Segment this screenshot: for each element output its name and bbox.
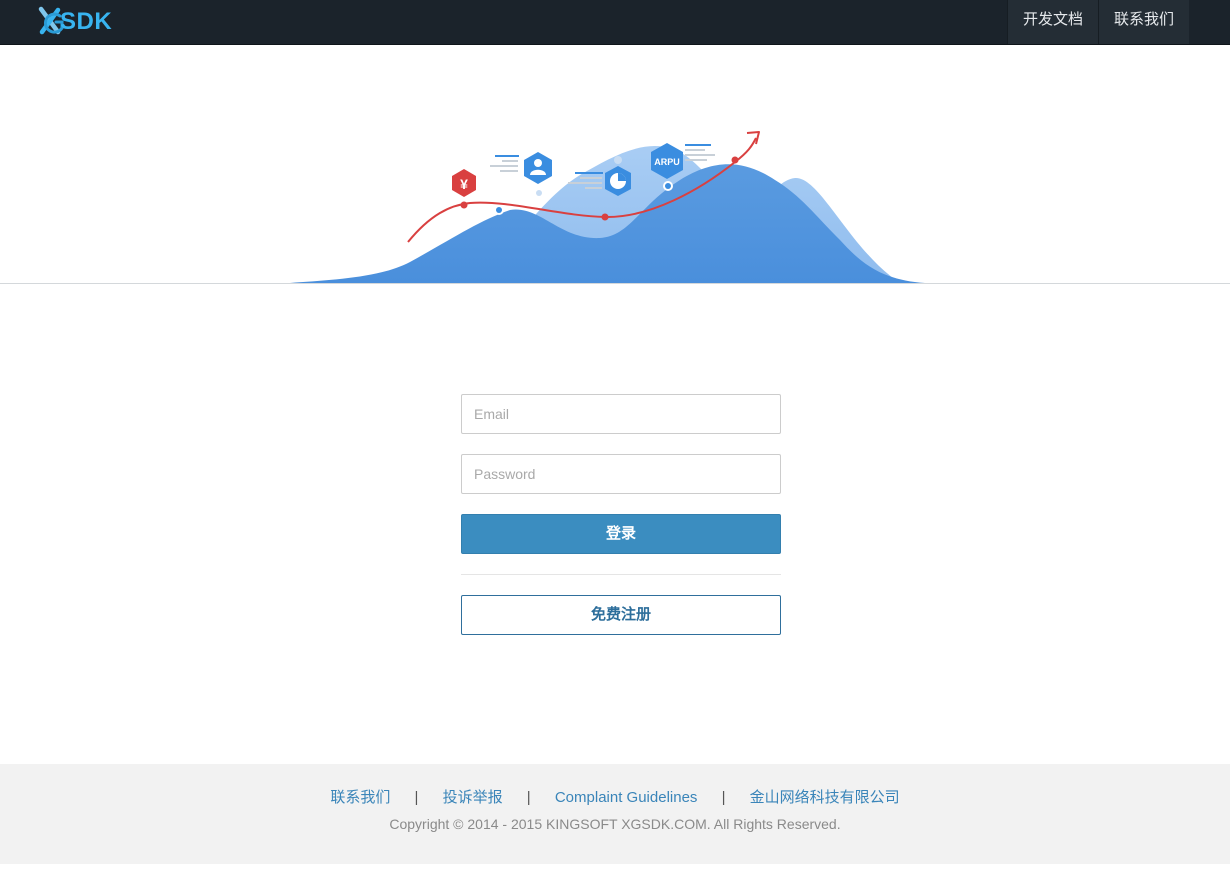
logo-text: SDK xyxy=(60,8,113,35)
login-button[interactable]: 登录 xyxy=(461,514,781,554)
footer-links: 联系我们 | 投诉举报 | Complaint Guidelines | 金山网… xyxy=(0,786,1230,807)
svg-text:ARPU: ARPU xyxy=(654,157,680,167)
footer-separator: | xyxy=(414,789,419,806)
footer-separator: | xyxy=(721,789,726,806)
footer: 联系我们 | 投诉举报 | Complaint Guidelines | 金山网… xyxy=(0,764,1230,864)
footer-link-report[interactable]: 投诉举报 xyxy=(443,789,503,806)
hero-illustration: ¥ ARPU xyxy=(290,131,925,283)
xgsdk-logo[interactable]: SDK xyxy=(38,6,128,36)
register-button[interactable]: 免费注册 xyxy=(461,595,781,635)
footer-link-company[interactable]: 金山网络科技有限公司 xyxy=(750,789,900,806)
svg-text:¥: ¥ xyxy=(460,176,468,192)
nav-links: 开发文档 联系我们 xyxy=(1006,0,1189,44)
nav-link-docs[interactable]: 开发文档 xyxy=(1006,0,1098,44)
user-hexagon-icon xyxy=(524,152,552,184)
yen-hexagon-icon: ¥ xyxy=(452,169,476,197)
login-form: 登录 免费注册 xyxy=(461,394,781,635)
footer-link-complaint-guidelines[interactable]: Complaint Guidelines xyxy=(555,789,698,806)
form-divider xyxy=(461,574,781,575)
hero-divider-line xyxy=(0,283,1230,284)
footer-separator: | xyxy=(526,789,531,806)
nav-link-contact[interactable]: 联系我们 xyxy=(1097,0,1189,44)
footer-link-contact[interactable]: 联系我们 xyxy=(330,789,390,806)
top-navbar: SDK 开发文档 联系我们 xyxy=(0,0,1230,45)
password-field[interactable] xyxy=(461,454,781,494)
email-field[interactable] xyxy=(461,394,781,434)
copyright-text: Copyright © 2014 - 2015 KINGSOFT XGSDK.C… xyxy=(389,816,841,832)
